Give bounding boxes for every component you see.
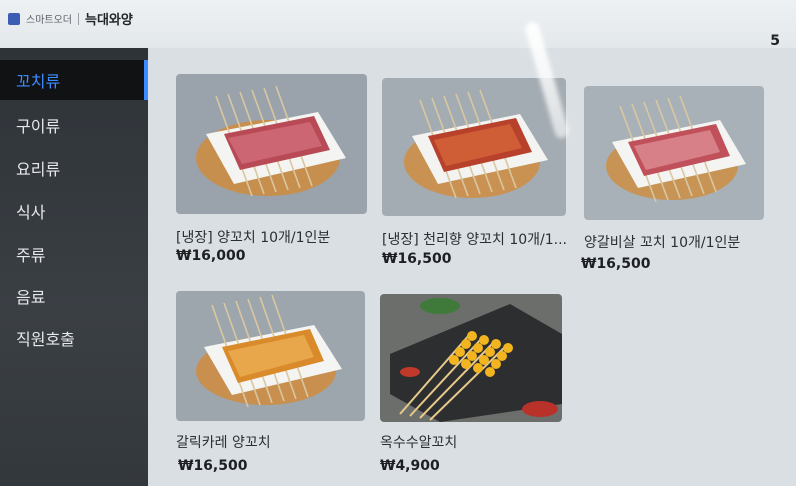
call-staff-button[interactable]: 직원호출 — [0, 318, 148, 358]
category-meals[interactable]: 식사 — [0, 191, 148, 231]
menu-item-card[interactable]: 옥수수알꼬치 ₩4,900 — [380, 294, 564, 484]
menu-item-name: [냉장] 천리향 양꼬치 10개/1... — [382, 232, 566, 248]
menu-item-price: ₩16,000 — [176, 248, 246, 264]
menu-item-card[interactable]: [냉장] 양꼬치 10개/1인분 ₩16,000 — [176, 74, 368, 274]
menu-item-name: 옥수수알꼬치 — [380, 435, 458, 451]
brand: 스마트오더 늑대와양 — [8, 9, 133, 28]
brand-name: 스마트오더 — [26, 15, 72, 26]
menu-item-name: 갈릭카레 양꼬치 — [176, 435, 271, 451]
category-skewers[interactable]: 꼬치류 — [0, 60, 148, 100]
category-dishes[interactable]: 요리류 — [0, 148, 148, 188]
category-label: 식사 — [16, 203, 46, 222]
menu-item-price: ₩16,500 — [581, 256, 651, 272]
category-grill[interactable]: 구이류 — [0, 105, 148, 145]
menu-item-image — [380, 294, 562, 422]
menu-item-image — [176, 291, 365, 421]
menu-item-name: [냉장] 양꼬치 10개/1인분 — [176, 230, 331, 246]
menu-item-price: ₩16,500 — [382, 251, 452, 267]
brand-logo-icon — [8, 12, 20, 25]
menu-item-image — [176, 74, 367, 214]
category-sidebar: 꼬치류 구이류 요리류 식사 주류 음료 직원호출 — [0, 48, 148, 486]
category-label: 구이류 — [16, 117, 61, 136]
menu-item-price: ₩16,500 — [178, 458, 248, 474]
store-name: 늑대와양 — [85, 13, 133, 28]
category-label: 음료 — [16, 288, 46, 307]
category-liquor[interactable]: 주류 — [0, 234, 148, 274]
category-drinks[interactable]: 음료 — [0, 276, 148, 316]
menu-item-price: ₩4,900 — [380, 458, 440, 474]
menu-item-card[interactable]: 갈릭카레 양꼬치 ₩16,500 — [176, 291, 366, 481]
table-number: 5 — [770, 33, 780, 49]
brand-divider — [78, 12, 79, 25]
top-bar: 스마트오더 늑대와양 5 — [0, 0, 796, 49]
category-label: 요리류 — [16, 160, 61, 179]
category-label: 꼬치류 — [16, 72, 61, 91]
category-label: 주류 — [16, 246, 46, 265]
menu-item-name: 양갈비살 꼬치 10개/1인분 — [584, 235, 741, 251]
menu-item-card[interactable]: [냉장] 천리향 양꼬치 10개/1... ₩16,500 — [382, 78, 568, 274]
category-label: 직원호출 — [16, 330, 75, 349]
menu-item-image — [382, 78, 566, 216]
menu-item-image — [584, 86, 764, 220]
menu-item-card[interactable]: 양갈비살 꼬치 10개/1인분 ₩16,500 — [581, 86, 768, 276]
